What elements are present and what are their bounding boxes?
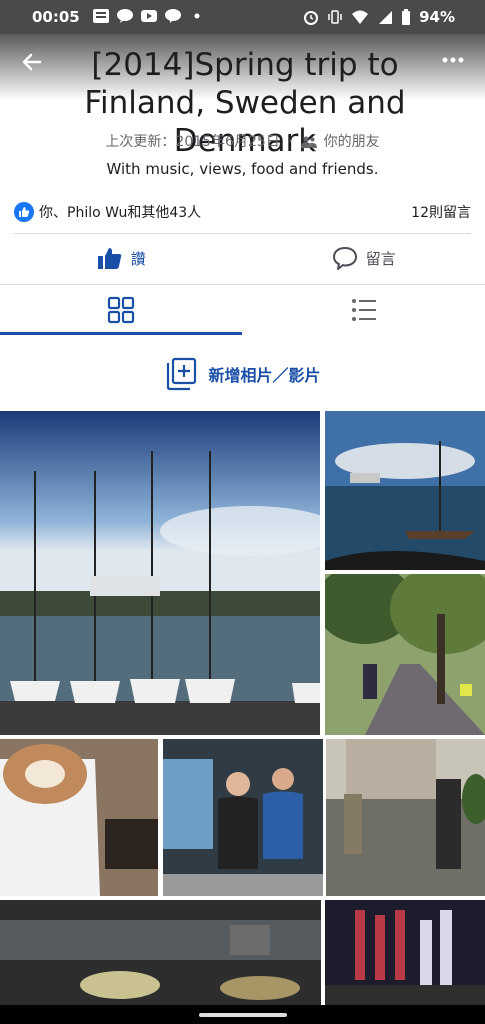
photo-sailboats-harbor[interactable] <box>0 411 320 735</box>
comment-count[interactable]: 12則留言 <box>411 202 471 222</box>
album-header: [2014]Spring trip to Finland, Sweden and… <box>0 34 485 159</box>
divider <box>14 233 471 234</box>
photo-tree-path[interactable] <box>325 574 485 735</box>
add-media-label: 新增相片／影片 <box>208 366 321 385</box>
like-button[interactable]: 讚 <box>0 240 243 276</box>
dot-icon <box>194 13 200 19</box>
notification-icons <box>92 8 206 24</box>
talk-icon <box>117 9 133 23</box>
battery-level: 94% <box>419 8 455 26</box>
like-reaction-icon <box>14 202 34 222</box>
likers-text[interactable]: 你、Philo Wu和其他43人 <box>39 202 201 222</box>
photo-street[interactable] <box>326 739 485 896</box>
view-tabs <box>0 284 485 336</box>
photo-latte[interactable] <box>0 739 158 896</box>
photo-viking-ship[interactable] <box>325 411 485 570</box>
status-time: 00:05 <box>32 8 80 26</box>
add-photo-icon <box>167 357 197 391</box>
line-icon <box>165 9 181 23</box>
system-nav-bar <box>0 1005 485 1024</box>
action-bar: 讚 留言 <box>0 240 485 276</box>
signal-icon <box>379 11 393 24</box>
comment-button[interactable]: 留言 <box>243 240 485 276</box>
add-photos-videos-button[interactable]: 新增相片／影片 <box>0 354 485 394</box>
photo-baristas[interactable] <box>163 739 323 896</box>
grid-icon <box>107 296 135 324</box>
wifi-icon <box>352 10 369 24</box>
list-icon <box>352 299 376 321</box>
last-updated: 上次更新：2015年6月25日 <box>105 134 280 150</box>
youtube-icon <box>141 10 157 22</box>
home-gesture-pill[interactable] <box>199 1013 287 1017</box>
reactions-summary[interactable]: 你、Philo Wu和其他43人 12則留言 <box>14 201 471 223</box>
comment-label: 留言 <box>365 249 396 268</box>
news-icon <box>93 9 109 23</box>
vibrate-icon <box>328 10 342 24</box>
like-label: 讚 <box>130 249 146 268</box>
photo-food-display[interactable] <box>0 900 321 1005</box>
status-bar: 00:05 94% <box>0 0 485 34</box>
friends-icon <box>301 136 318 148</box>
comment-icon <box>332 247 357 270</box>
active-tab-indicator <box>0 332 242 335</box>
thumbs-up-icon <box>97 248 121 269</box>
album-description: With music, views, food and friends. <box>106 160 379 178</box>
more-options-icon[interactable] <box>441 54 465 66</box>
tab-grid-view[interactable] <box>0 285 242 335</box>
meta-separator: · <box>288 134 293 150</box>
photo-bottles[interactable] <box>325 900 485 1005</box>
alarm-icon <box>304 11 319 25</box>
tab-list-view[interactable] <box>243 285 485 335</box>
album-meta: 上次更新：2015年6月25日 · 你的朋友 <box>0 131 485 151</box>
battery-icon <box>402 9 411 25</box>
audience-label[interactable]: 你的朋友 <box>324 134 380 150</box>
